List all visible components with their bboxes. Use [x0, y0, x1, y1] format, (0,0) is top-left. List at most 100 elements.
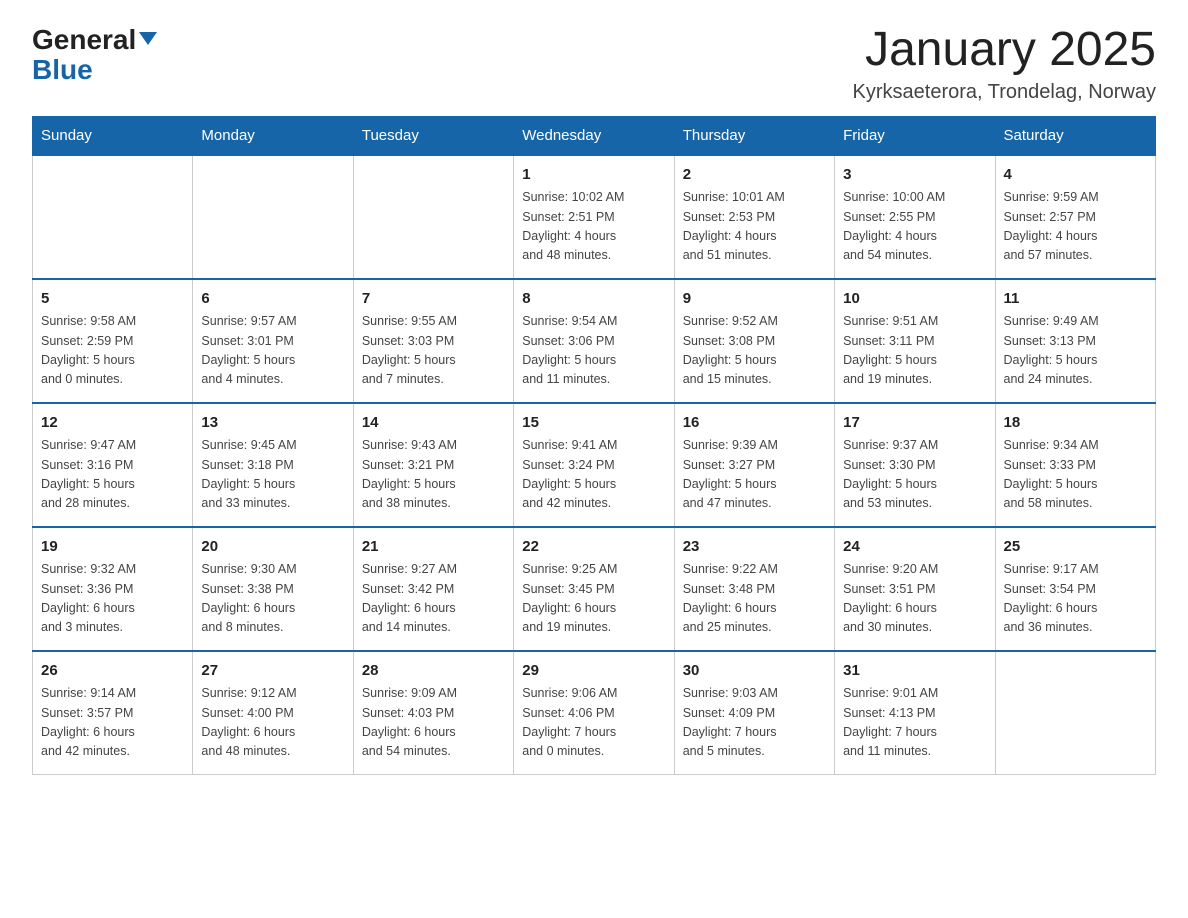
calendar-week-3: 12Sunrise: 9:47 AM Sunset: 3:16 PM Dayli… [33, 403, 1156, 527]
day-header-wednesday: Wednesday [514, 116, 674, 155]
day-number: 28 [362, 660, 505, 683]
calendar-cell: 11Sunrise: 9:49 AM Sunset: 3:13 PM Dayli… [995, 279, 1155, 403]
calendar-cell: 10Sunrise: 9:51 AM Sunset: 3:11 PM Dayli… [835, 279, 995, 403]
calendar-cell: 31Sunrise: 9:01 AM Sunset: 4:13 PM Dayli… [835, 651, 995, 775]
day-info: Sunrise: 9:37 AM Sunset: 3:30 PM Dayligh… [843, 436, 986, 514]
day-info: Sunrise: 9:34 AM Sunset: 3:33 PM Dayligh… [1004, 436, 1147, 514]
calendar-cell: 30Sunrise: 9:03 AM Sunset: 4:09 PM Dayli… [674, 651, 834, 775]
logo-blue-text: Blue [32, 54, 93, 86]
day-number: 26 [41, 660, 184, 683]
day-number: 27 [201, 660, 344, 683]
day-number: 20 [201, 536, 344, 559]
day-info: Sunrise: 10:02 AM Sunset: 2:51 PM Daylig… [522, 188, 665, 266]
calendar-cell: 14Sunrise: 9:43 AM Sunset: 3:21 PM Dayli… [353, 403, 513, 527]
day-info: Sunrise: 9:43 AM Sunset: 3:21 PM Dayligh… [362, 436, 505, 514]
day-number: 14 [362, 412, 505, 435]
calendar-header: SundayMondayTuesdayWednesdayThursdayFrid… [33, 116, 1156, 155]
calendar-cell: 12Sunrise: 9:47 AM Sunset: 3:16 PM Dayli… [33, 403, 193, 527]
day-number: 9 [683, 288, 826, 311]
calendar-cell: 1Sunrise: 10:02 AM Sunset: 2:51 PM Dayli… [514, 155, 674, 279]
day-header-friday: Friday [835, 116, 995, 155]
calendar-cell [995, 651, 1155, 775]
calendar-cell: 26Sunrise: 9:14 AM Sunset: 3:57 PM Dayli… [33, 651, 193, 775]
day-header-tuesday: Tuesday [353, 116, 513, 155]
calendar-cell: 20Sunrise: 9:30 AM Sunset: 3:38 PM Dayli… [193, 527, 353, 651]
logo-triangle-icon [139, 32, 157, 45]
day-info: Sunrise: 9:01 AM Sunset: 4:13 PM Dayligh… [843, 684, 986, 762]
calendar-cell: 24Sunrise: 9:20 AM Sunset: 3:51 PM Dayli… [835, 527, 995, 651]
calendar-cell: 29Sunrise: 9:06 AM Sunset: 4:06 PM Dayli… [514, 651, 674, 775]
day-info: Sunrise: 9:45 AM Sunset: 3:18 PM Dayligh… [201, 436, 344, 514]
day-info: Sunrise: 9:03 AM Sunset: 4:09 PM Dayligh… [683, 684, 826, 762]
day-info: Sunrise: 9:20 AM Sunset: 3:51 PM Dayligh… [843, 560, 986, 638]
day-number: 11 [1004, 288, 1147, 311]
day-info: Sunrise: 9:27 AM Sunset: 3:42 PM Dayligh… [362, 560, 505, 638]
day-info: Sunrise: 9:17 AM Sunset: 3:54 PM Dayligh… [1004, 560, 1147, 638]
day-info: Sunrise: 9:06 AM Sunset: 4:06 PM Dayligh… [522, 684, 665, 762]
calendar-week-1: 1Sunrise: 10:02 AM Sunset: 2:51 PM Dayli… [33, 155, 1156, 279]
day-number: 7 [362, 288, 505, 311]
calendar-cell: 16Sunrise: 9:39 AM Sunset: 3:27 PM Dayli… [674, 403, 834, 527]
calendar-cell: 23Sunrise: 9:22 AM Sunset: 3:48 PM Dayli… [674, 527, 834, 651]
day-info: Sunrise: 9:30 AM Sunset: 3:38 PM Dayligh… [201, 560, 344, 638]
calendar-cell [33, 155, 193, 279]
day-info: Sunrise: 9:58 AM Sunset: 2:59 PM Dayligh… [41, 312, 184, 390]
day-info: Sunrise: 9:22 AM Sunset: 3:48 PM Dayligh… [683, 560, 826, 638]
day-number: 15 [522, 412, 665, 435]
page-header: General Blue January 2025 Kyrksaeterora,… [32, 24, 1156, 104]
day-number: 12 [41, 412, 184, 435]
day-info: Sunrise: 9:09 AM Sunset: 4:03 PM Dayligh… [362, 684, 505, 762]
day-number: 18 [1004, 412, 1147, 435]
day-number: 21 [362, 536, 505, 559]
day-number: 23 [683, 536, 826, 559]
calendar-cell: 22Sunrise: 9:25 AM Sunset: 3:45 PM Dayli… [514, 527, 674, 651]
calendar-cell [193, 155, 353, 279]
day-header-row: SundayMondayTuesdayWednesdayThursdayFrid… [33, 116, 1156, 155]
calendar-cell: 4Sunrise: 9:59 AM Sunset: 2:57 PM Daylig… [995, 155, 1155, 279]
day-info: Sunrise: 10:00 AM Sunset: 2:55 PM Daylig… [843, 188, 986, 266]
day-number: 31 [843, 660, 986, 683]
day-info: Sunrise: 9:41 AM Sunset: 3:24 PM Dayligh… [522, 436, 665, 514]
day-number: 16 [683, 412, 826, 435]
day-number: 3 [843, 164, 986, 187]
day-number: 17 [843, 412, 986, 435]
day-info: Sunrise: 9:32 AM Sunset: 3:36 PM Dayligh… [41, 560, 184, 638]
day-info: Sunrise: 9:39 AM Sunset: 3:27 PM Dayligh… [683, 436, 826, 514]
day-info: Sunrise: 9:51 AM Sunset: 3:11 PM Dayligh… [843, 312, 986, 390]
day-info: Sunrise: 9:52 AM Sunset: 3:08 PM Dayligh… [683, 312, 826, 390]
logo-general-text: General [32, 24, 136, 56]
day-number: 1 [522, 164, 665, 187]
day-number: 24 [843, 536, 986, 559]
day-info: Sunrise: 9:55 AM Sunset: 3:03 PM Dayligh… [362, 312, 505, 390]
day-info: Sunrise: 9:57 AM Sunset: 3:01 PM Dayligh… [201, 312, 344, 390]
day-header-monday: Monday [193, 116, 353, 155]
calendar-cell: 21Sunrise: 9:27 AM Sunset: 3:42 PM Dayli… [353, 527, 513, 651]
day-number: 19 [41, 536, 184, 559]
calendar-cell: 18Sunrise: 9:34 AM Sunset: 3:33 PM Dayli… [995, 403, 1155, 527]
day-header-saturday: Saturday [995, 116, 1155, 155]
calendar-cell: 28Sunrise: 9:09 AM Sunset: 4:03 PM Dayli… [353, 651, 513, 775]
calendar-cell: 6Sunrise: 9:57 AM Sunset: 3:01 PM Daylig… [193, 279, 353, 403]
calendar-cell [353, 155, 513, 279]
calendar-week-2: 5Sunrise: 9:58 AM Sunset: 2:59 PM Daylig… [33, 279, 1156, 403]
calendar-cell: 13Sunrise: 9:45 AM Sunset: 3:18 PM Dayli… [193, 403, 353, 527]
title-section: January 2025 Kyrksaeterora, Trondelag, N… [853, 24, 1156, 104]
day-number: 5 [41, 288, 184, 311]
day-number: 4 [1004, 164, 1147, 187]
day-number: 8 [522, 288, 665, 311]
calendar-cell: 17Sunrise: 9:37 AM Sunset: 3:30 PM Dayli… [835, 403, 995, 527]
day-info: Sunrise: 9:12 AM Sunset: 4:00 PM Dayligh… [201, 684, 344, 762]
day-header-sunday: Sunday [33, 116, 193, 155]
day-header-thursday: Thursday [674, 116, 834, 155]
day-number: 10 [843, 288, 986, 311]
calendar-cell: 3Sunrise: 10:00 AM Sunset: 2:55 PM Dayli… [835, 155, 995, 279]
day-number: 25 [1004, 536, 1147, 559]
calendar-cell: 2Sunrise: 10:01 AM Sunset: 2:53 PM Dayli… [674, 155, 834, 279]
calendar-cell: 15Sunrise: 9:41 AM Sunset: 3:24 PM Dayli… [514, 403, 674, 527]
calendar-cell: 7Sunrise: 9:55 AM Sunset: 3:03 PM Daylig… [353, 279, 513, 403]
day-info: Sunrise: 9:14 AM Sunset: 3:57 PM Dayligh… [41, 684, 184, 762]
calendar-table: SundayMondayTuesdayWednesdayThursdayFrid… [32, 116, 1156, 775]
calendar-cell: 8Sunrise: 9:54 AM Sunset: 3:06 PM Daylig… [514, 279, 674, 403]
calendar-week-4: 19Sunrise: 9:32 AM Sunset: 3:36 PM Dayli… [33, 527, 1156, 651]
logo: General Blue [32, 24, 157, 86]
